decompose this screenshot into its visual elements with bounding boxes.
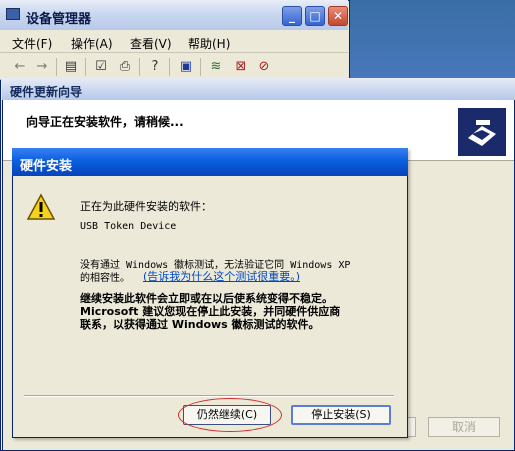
dialog-title: 硬件安装 <box>20 159 73 174</box>
computer-icon <box>6 8 20 20</box>
properties-icon[interactable]: ☑ <box>93 59 109 75</box>
toolbar-separator <box>200 58 201 76</box>
device-name: USB Token Device <box>80 221 177 232</box>
forward-icon[interactable]: → <box>34 59 50 75</box>
print-icon[interactable]: ⎙ <box>117 59 133 75</box>
toolbar-separator <box>139 58 140 76</box>
warning-line: 联系，以获得通过 Windows 徽标测试的软件。 <box>80 318 320 331</box>
monitor-icon[interactable]: ▣ <box>178 59 194 75</box>
uninstall-icon[interactable]: ⊘ <box>256 59 272 75</box>
installing-label: 正在为此硬件安装的软件： <box>80 200 212 213</box>
wizard-status-text: 向导正在安装软件，请稍候... <box>26 115 184 129</box>
maximize-button[interactable]: □ <box>305 6 325 26</box>
toolbar <box>0 53 348 80</box>
wizard-title: 硬件更新向导 <box>10 85 83 99</box>
help-icon[interactable]: ? <box>147 59 163 75</box>
toolbar-separator <box>169 58 170 76</box>
menu-view[interactable]: 查看(V) <box>130 35 172 52</box>
why-important-link[interactable]: (告诉我为什么这个测试很重要。) <box>143 268 300 284</box>
menu-action[interactable]: 操作(A) <box>71 35 113 52</box>
close-button[interactable]: ✕ <box>328 6 348 26</box>
minimize-button[interactable]: _ <box>282 6 302 26</box>
stop-installation-button[interactable]: 停止安装(S) <box>291 405 391 425</box>
warning-icon <box>26 193 56 221</box>
compatibility-text: 的相容性。 <box>80 273 130 284</box>
list-icon[interactable]: ▤ <box>63 59 79 75</box>
menu-help[interactable]: 帮助(H) <box>188 35 230 52</box>
hardware-wizard-icon <box>458 108 506 156</box>
menu-file[interactable]: 文件(F) <box>12 35 52 52</box>
highlight-circle-annotation <box>178 398 282 432</box>
disable-icon[interactable]: ⊠ <box>233 59 249 75</box>
wizard-cancel-button[interactable]: 取消 <box>428 417 500 437</box>
back-icon[interactable]: ← <box>12 59 28 75</box>
scan-icon[interactable]: ≋ <box>208 59 224 75</box>
toolbar-separator <box>85 58 86 76</box>
window-title: 设备管理器 <box>26 12 92 27</box>
dialog-divider <box>24 395 394 397</box>
toolbar-separator <box>56 58 57 76</box>
